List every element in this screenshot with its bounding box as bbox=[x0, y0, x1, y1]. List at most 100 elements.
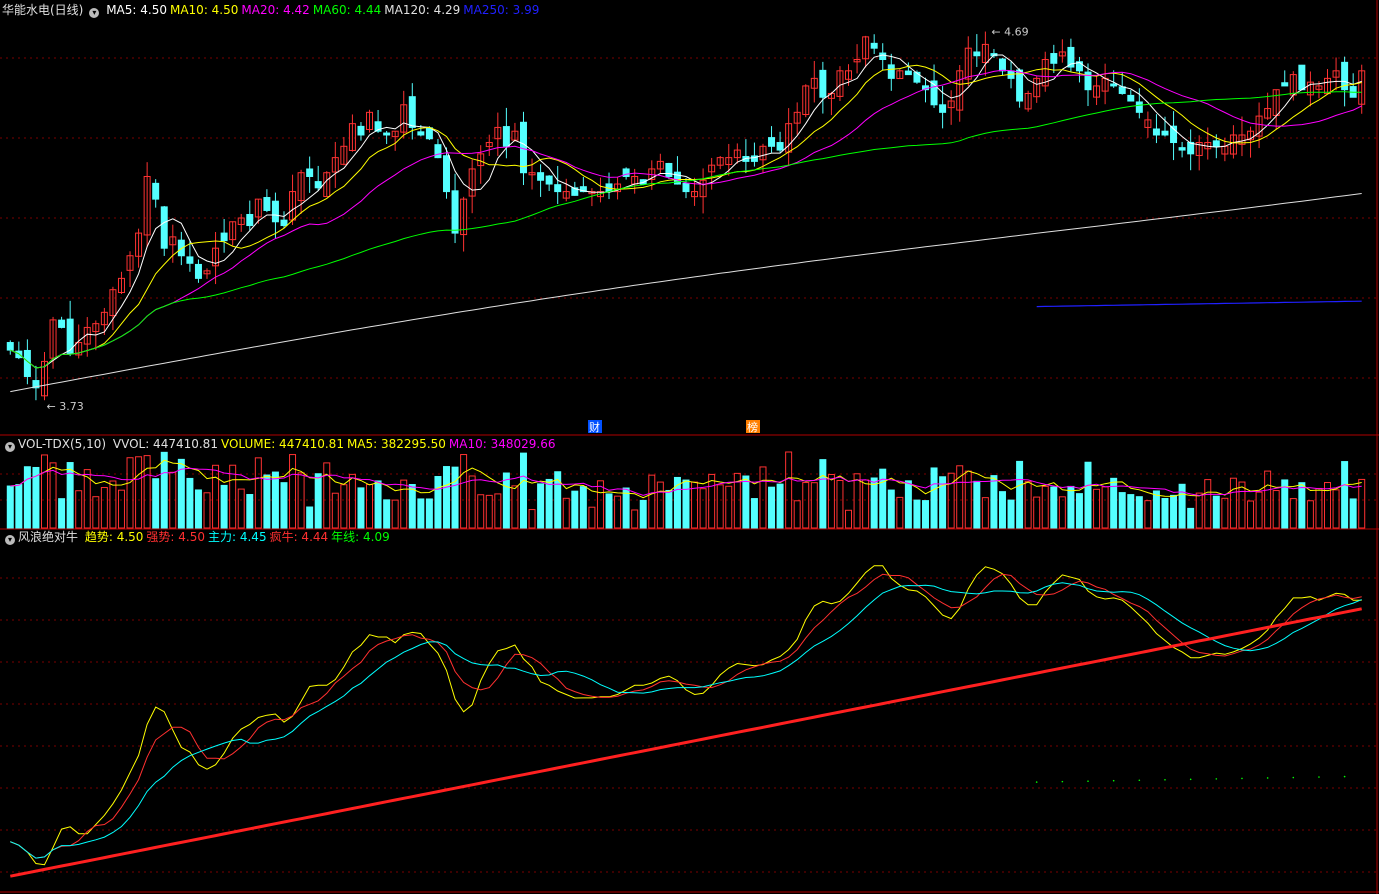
indicator-label-3: 疯牛: 4.44 bbox=[269, 530, 329, 544]
candle-body bbox=[417, 131, 425, 136]
candle-body bbox=[186, 256, 194, 264]
ma120-line bbox=[10, 193, 1362, 393]
volume-bar bbox=[58, 498, 66, 529]
volume-bar bbox=[92, 496, 100, 529]
volume-bar bbox=[1170, 494, 1178, 529]
volume-bar bbox=[451, 466, 459, 529]
candle-body bbox=[152, 182, 160, 200]
volume-bar bbox=[237, 488, 245, 529]
volume-bar bbox=[1067, 485, 1075, 529]
candle-body bbox=[1281, 82, 1289, 87]
volume-bar bbox=[391, 499, 399, 529]
volume-bar bbox=[443, 466, 450, 529]
main-force-line bbox=[10, 582, 1362, 859]
volume-bar bbox=[289, 454, 297, 529]
volume-label-3: MA10: 348029.66 bbox=[448, 437, 556, 451]
candle-body bbox=[768, 137, 776, 147]
volume-bar bbox=[75, 490, 83, 529]
year-line-dot bbox=[1087, 780, 1089, 782]
candle-body bbox=[425, 127, 433, 140]
volume-bar bbox=[1093, 488, 1101, 529]
volume-bar bbox=[750, 498, 758, 529]
candle-body bbox=[408, 96, 416, 128]
volume-bar bbox=[117, 489, 125, 529]
volume-bar bbox=[1315, 487, 1323, 529]
candle-body bbox=[280, 219, 288, 227]
volume-bar bbox=[1016, 460, 1024, 529]
volume-bar bbox=[460, 454, 468, 529]
candle-body bbox=[271, 200, 279, 223]
volume-bar bbox=[135, 456, 143, 529]
volume-bar bbox=[246, 494, 254, 529]
year-line-dot bbox=[1061, 780, 1064, 783]
year-line-dot bbox=[1215, 778, 1218, 780]
volume-bar bbox=[263, 474, 271, 529]
finance-marker: 财 bbox=[589, 420, 600, 434]
volume-bar bbox=[40, 454, 48, 529]
volume-bar bbox=[665, 489, 673, 529]
candle-body bbox=[314, 181, 322, 189]
candle-body bbox=[434, 144, 442, 159]
price-ma-label-3: MA60: 4.44 bbox=[312, 3, 382, 17]
volume-bar bbox=[537, 483, 545, 529]
candle-body bbox=[246, 213, 254, 227]
candle-body bbox=[1212, 140, 1220, 147]
collapse-icon[interactable]: ▾ bbox=[5, 535, 15, 545]
volume-bar bbox=[622, 487, 630, 529]
bull-line bbox=[10, 607, 1362, 878]
volume-bar bbox=[511, 485, 519, 529]
indicator-label-2: 主力: 4.45 bbox=[208, 530, 267, 544]
candle-body bbox=[973, 51, 981, 57]
volume-bar bbox=[981, 497, 989, 529]
ma10-line bbox=[10, 64, 1362, 369]
collapse-icon[interactable]: ▾ bbox=[89, 8, 100, 18]
volume-bar bbox=[648, 474, 656, 529]
volume-bar bbox=[853, 473, 861, 529]
volume-indicator-name: VOL-TDX(5,10) bbox=[18, 437, 107, 451]
volume-bar bbox=[1152, 490, 1160, 529]
year-line-dot bbox=[1189, 778, 1192, 781]
candle-body bbox=[998, 58, 1006, 72]
volume-bar bbox=[1306, 500, 1314, 529]
stock-title: 华能水电(日线) bbox=[2, 3, 84, 17]
candle-body bbox=[1135, 101, 1143, 113]
year-line-dot bbox=[1343, 775, 1346, 778]
candle-body bbox=[939, 104, 947, 113]
volume-bar bbox=[1221, 497, 1229, 529]
volume-bar bbox=[374, 480, 382, 529]
volume-bar bbox=[1127, 494, 1135, 529]
volume-bar bbox=[1238, 481, 1246, 529]
volume-bar bbox=[930, 467, 938, 529]
volume-bar bbox=[605, 493, 613, 529]
volume-bar bbox=[656, 481, 664, 529]
candle-body bbox=[66, 318, 74, 355]
volume-bar bbox=[366, 483, 374, 529]
volume-bar bbox=[126, 457, 134, 529]
ranking-marker: 榜 bbox=[747, 420, 758, 434]
volume-bar bbox=[862, 479, 870, 529]
volume-bar bbox=[870, 477, 878, 529]
volume-bar bbox=[100, 487, 108, 529]
candle-body bbox=[383, 132, 391, 136]
volume-bar bbox=[1341, 461, 1349, 529]
volume-bar bbox=[1101, 486, 1109, 529]
candle-body bbox=[263, 197, 271, 211]
indicator-panel-header: ▾ 风浪绝对牛 趋势: 4.50 强势: 4.50 主力: 4.45 疯牛: 4.44 年… bbox=[2, 530, 396, 545]
volume-bar bbox=[1324, 482, 1332, 529]
volume-bar bbox=[802, 482, 810, 529]
volume-bar bbox=[879, 468, 887, 529]
candle-body bbox=[913, 71, 921, 83]
price-ma-label-5: MA250: 3.99 bbox=[463, 3, 540, 17]
volume-bar bbox=[614, 495, 622, 529]
year-line-dot bbox=[1112, 779, 1115, 782]
year-line-dot bbox=[1292, 776, 1295, 779]
volume-bar bbox=[143, 455, 151, 529]
volume-bar bbox=[23, 466, 31, 529]
volume-bar bbox=[682, 479, 690, 529]
indicator-name: 风浪绝对牛 bbox=[18, 530, 79, 544]
volume-bar bbox=[990, 475, 998, 529]
volume-bar bbox=[776, 483, 784, 529]
collapse-icon[interactable]: ▾ bbox=[5, 442, 15, 452]
volume-bar bbox=[417, 498, 425, 529]
volume-bar bbox=[1212, 495, 1220, 529]
